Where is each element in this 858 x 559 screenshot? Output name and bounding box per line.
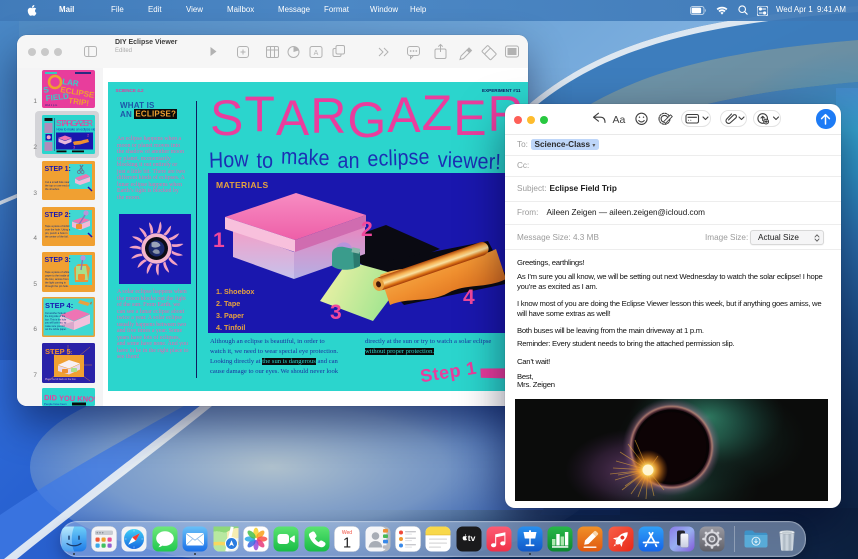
svg-text:STEP 3:: STEP 3: xyxy=(45,257,71,264)
svg-text:3: 3 xyxy=(330,301,342,324)
svg-text:1: 1 xyxy=(213,229,225,252)
svg-text:the top on one end of: the top on one end of xyxy=(45,184,70,188)
svg-text:1. Shoebox: 1. Shoebox xyxy=(216,287,254,296)
svg-text:3. Paper: 3. Paper xyxy=(216,311,244,320)
svg-text:People have been: People have been xyxy=(44,402,67,406)
svg-text:Place the lid back on the box.: Place the lid back on the box. xyxy=(45,378,77,381)
svg-text:4: 4 xyxy=(463,286,475,309)
svg-text:STEP 5:: STEP 5: xyxy=(45,347,73,356)
svg-text:4. Tinfoil: 4. Tinfoil xyxy=(216,323,245,332)
svg-text:through the pin hole.: through the pin hole. xyxy=(45,284,69,288)
svg-text:MATERIALS: MATERIALS xyxy=(216,180,269,190)
svg-text:the center of the foil.: the center of the foil. xyxy=(45,235,69,239)
svg-text:How to make an eclipse viewer!: How to make an eclipse viewer! xyxy=(57,128,96,132)
svg-text:STEP 1:: STEP 1: xyxy=(45,166,71,173)
svg-text:2. Tape: 2. Tape xyxy=(216,299,240,308)
svg-text:paper to the inside of: paper to the inside of xyxy=(45,274,70,278)
svg-text:pin, punch a hole in: pin, punch a hole in xyxy=(45,231,68,235)
svg-text:the shoebox.: the shoebox. xyxy=(45,187,60,191)
svg-text:the box, across from: the box, across from xyxy=(45,277,69,281)
svg-text:STEP 4:: STEP 4: xyxy=(45,301,73,310)
svg-text:tv: tv xyxy=(467,533,475,543)
svg-text:STARGAZER: STARGAZER xyxy=(56,118,93,128)
svg-text:Cut a small hole near: Cut a small hole near xyxy=(45,180,70,184)
svg-text:A: A xyxy=(314,50,319,57)
svg-text:Aa: Aa xyxy=(613,114,626,126)
svg-text:STEP 2:: STEP 2: xyxy=(45,212,71,219)
svg-text:Wed 1 p.m.: Wed 1 p.m. xyxy=(45,104,58,107)
svg-text:the light coming in: the light coming in xyxy=(45,281,66,285)
svg-text:1: 1 xyxy=(343,536,351,552)
svg-text:2: 2 xyxy=(361,218,373,241)
svg-text:Tape a piece of tinfoil: Tape a piece of tinfoil xyxy=(45,224,70,228)
svg-text:out the whole paper.: out the whole paper. xyxy=(45,328,67,331)
svg-text:Tape a piece of white: Tape a piece of white xyxy=(45,270,70,274)
svg-text:over the hole. Using a: over the hole. Using a xyxy=(45,228,71,232)
